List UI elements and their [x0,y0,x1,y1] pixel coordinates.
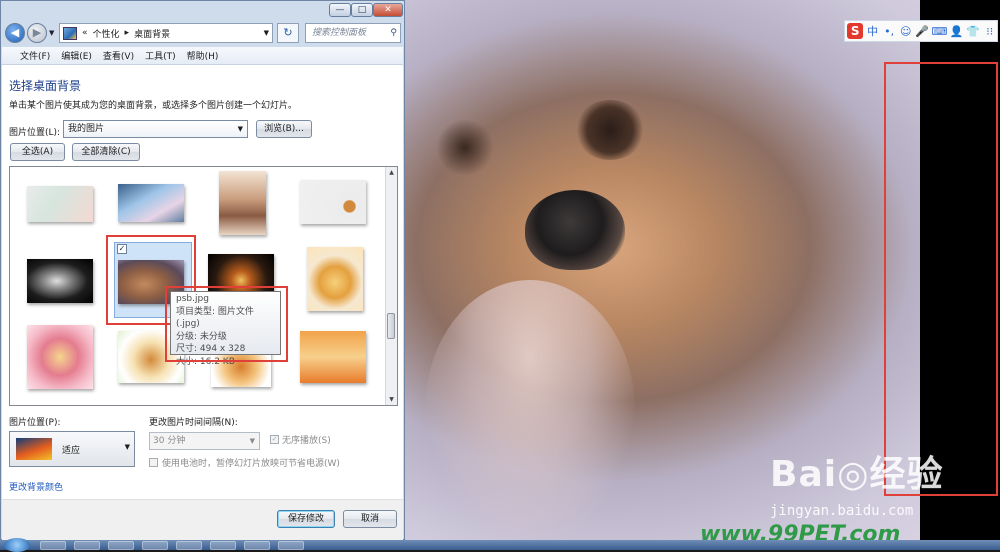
annotation-highlight-box [165,286,288,362]
shuffle-label: 无序播放(S) [282,436,331,446]
watermark-url: jingyan.baidu.com [770,503,914,519]
breadcrumb-overflow[interactable]: « [82,28,88,38]
picture-position-value: 适应 [62,446,81,456]
dialog-footer: 保存修改 取消 [2,499,403,540]
wallpaper-thumbnail[interactable] [219,171,266,235]
picture-location-value: 我的图片 [68,124,105,134]
scroll-up-icon[interactable]: ▲ [387,168,396,177]
wallpaper-thumbnail[interactable] [118,184,184,222]
clear-all-button[interactable]: 全部清除(C) [72,143,140,161]
address-bar[interactable]: « 个性化 ▸ 桌面背景 ▼ [59,23,273,43]
search-input[interactable]: 搜索控制面板 ⚲ [305,23,401,43]
breadcrumb-item-desktop-background[interactable]: 桌面背景 [134,27,170,40]
ime-emoji-icon[interactable]: ☺ [898,25,913,38]
page-description: 单击某个图片使其成为您的桌面背景，或选择多个图片创建一个幻灯片。 [9,101,298,111]
wallpaper-thumbnail[interactable] [300,331,366,383]
select-all-button[interactable]: 全选(A) [10,143,65,161]
maximize-button[interactable]: □ [351,3,373,17]
main-content: 选择桌面背景 单击某个图片使其成为您的桌面背景，或选择多个图片创建一个幻灯片。 … [2,65,403,540]
ime-keyboard-icon[interactable]: ⌨ [931,25,947,38]
minimize-button[interactable]: — [329,3,351,17]
wallpaper-thumbnail[interactable] [27,186,93,222]
back-arrow-icon[interactable]: ◀ [5,23,25,43]
shuffle-checkbox[interactable]: ✓ [270,435,279,444]
save-changes-button[interactable]: 保存修改 [277,510,335,528]
ime-toolbox-icon[interactable]: ⁝⁝ [982,25,997,38]
taskbar-app-button[interactable] [176,541,202,550]
annotation-highlight-box [884,62,998,496]
navigation-bar: ◀ ▶ ▼ « 个性化 ▸ 桌面背景 ▼ ↻ 搜索控制面板 ⚲ [5,21,401,45]
battery-pause-label: 使用电池时，暂停幻灯片放映可节省电源(W) [162,459,340,469]
picture-position-select[interactable]: 适应 ▼ [9,431,135,467]
taskbar-app-button[interactable] [40,541,66,550]
search-placeholder: 搜索控制面板 [312,28,367,38]
change-background-color-link[interactable]: 更改背景颜色 [9,480,63,493]
scroll-down-icon[interactable]: ▼ [387,395,396,404]
wallpaper-puppy-nose [525,190,625,270]
menu-tools[interactable]: 工具(T) [145,49,176,62]
ime-punctuation-icon[interactable]: •, [882,25,897,38]
wallpaper-thumbnail[interactable] [300,180,366,224]
menu-view[interactable]: 查看(V) [103,49,134,62]
wallpaper-thumbnail[interactable] [27,325,93,389]
taskbar [0,538,1000,552]
breadcrumb-separator-icon[interactable]: ▸ [125,28,130,38]
menu-bar: 文件(F) 编辑(E) 查看(V) 工具(T) 帮助(H) [2,47,403,65]
chevron-down-icon: ▼ [249,437,255,445]
sogou-logo-icon[interactable]: S [847,23,864,39]
desktop-background-window: — □ ✕ ◀ ▶ ▼ « 个性化 ▸ 桌面背景 ▼ ↻ 搜索控制面板 ⚲ 文件… [0,0,405,540]
breadcrumb-item-personalization[interactable]: 个性化 [93,27,120,40]
taskbar-app-button[interactable] [244,541,270,550]
menu-help[interactable]: 帮助(H) [187,49,219,62]
interval-select[interactable]: 30 分钟 ▼ [149,432,260,450]
browse-button[interactable]: 浏览(B)... [256,120,312,138]
taskbar-app-button[interactable] [278,541,304,550]
page-title: 选择桌面背景 [9,79,82,93]
address-dropdown-icon[interactable]: ▼ [264,29,269,37]
chevron-down-icon: ▼ [237,125,243,133]
interval-label: 更改图片时间间隔(N): [149,418,238,428]
ime-toolbar[interactable]: S 中 •, ☺ 🎤 ⌨ 👤 👕 ⁝⁝ [844,20,998,42]
scrollbar-thumb[interactable] [387,313,395,339]
taskbar-app-button[interactable] [142,541,168,550]
search-icon[interactable]: ⚲ [390,24,397,42]
menu-file[interactable]: 文件(F) [20,49,50,62]
interval-value: 30 分钟 [153,436,186,446]
close-button[interactable]: ✕ [373,3,403,17]
forward-arrow-icon[interactable]: ▶ [27,23,47,43]
ime-user-icon[interactable]: 👤 [949,25,964,38]
wallpaper-thumbnail[interactable] [307,247,363,311]
picture-location-select[interactable]: 我的图片 ▼ [63,120,248,138]
chevron-down-icon: ▼ [124,443,130,451]
cancel-button[interactable]: 取消 [343,510,397,528]
baidu-watermark: Bai◎经验 jingyan.baidu.com [770,445,944,519]
battery-pause-checkbox[interactable] [149,458,158,467]
refresh-icon[interactable]: ↻ [277,23,299,43]
wallpaper-thumbnail[interactable] [27,259,93,303]
picture-position-label: 图片位置(P): [9,418,61,428]
position-preview-icon [16,438,52,460]
gallery-scrollbar[interactable]: ▲ ▼ [385,167,397,405]
taskbar-app-button[interactable] [74,541,100,550]
picture-location-label: 图片位置(L): [9,128,61,138]
history-dropdown-icon[interactable]: ▼ [49,29,54,37]
ime-mode-chinese[interactable]: 中 [865,23,880,39]
baidu-jingyan-logo: Bai◎经验 [770,454,944,495]
wallpaper-puppy-chin [425,280,635,540]
ime-voice-icon[interactable]: 🎤 [915,25,930,38]
control-panel-icon [63,26,77,40]
taskbar-app-button[interactable] [108,541,134,550]
ime-skin-icon[interactable]: 👕 [966,25,981,38]
menu-edit[interactable]: 编辑(E) [61,49,92,62]
title-bar[interactable]: — □ ✕ [1,1,404,19]
wallpaper-puppy-eye [575,100,645,160]
wallpaper-puppy-eye [435,120,495,175]
taskbar-app-button[interactable] [210,541,236,550]
